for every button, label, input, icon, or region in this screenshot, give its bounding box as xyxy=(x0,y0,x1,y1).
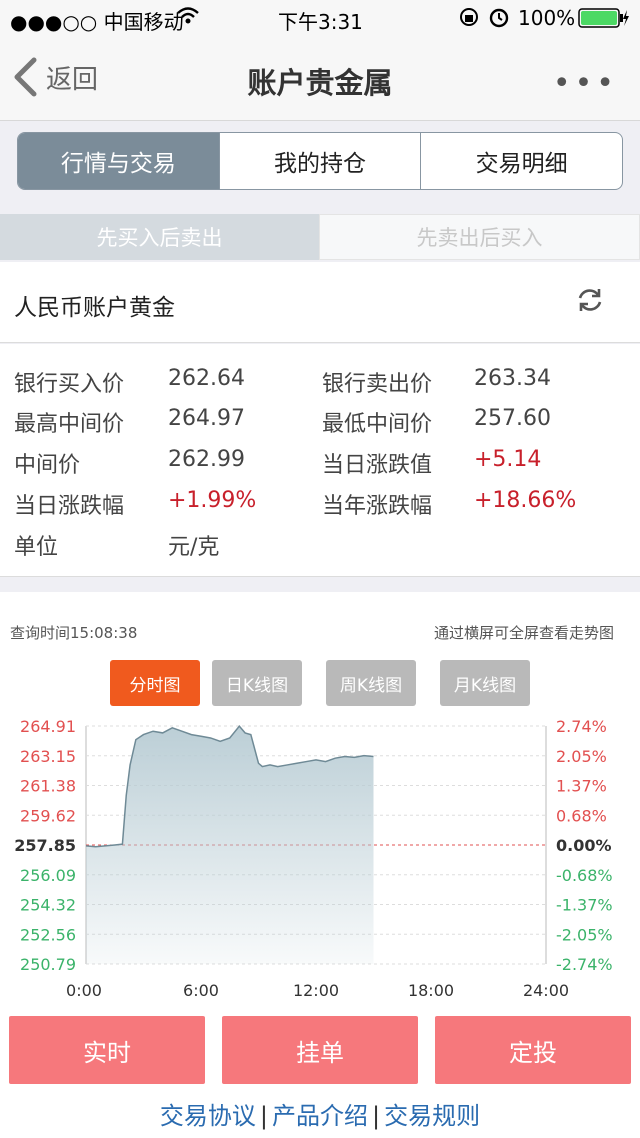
tab-buy-first[interactable]: 先买入后卖出 xyxy=(0,214,319,260)
trade-agreement-link[interactable]: 交易协议 xyxy=(160,1102,256,1130)
price-label: 最低中间价 xyxy=(322,412,433,437)
y-tick-label: 257.85 xyxy=(14,836,76,855)
price-label: 当日涨跌幅 xyxy=(14,494,125,519)
y-tick-label: 252.56 xyxy=(20,925,76,944)
trade-rules-link[interactable]: 交易规则 xyxy=(384,1102,480,1130)
y-tick-label: 264.91 xyxy=(20,717,76,736)
limit-order-button[interactable]: 挂单 xyxy=(222,1016,418,1084)
battery-percent: 100% xyxy=(518,6,576,30)
x-tick-label: 18:00 xyxy=(408,981,454,1000)
more-icon[interactable]: ••• xyxy=(553,66,618,101)
battery-icon xyxy=(578,8,630,33)
price-label: 当日涨跌值 xyxy=(322,453,433,478)
price-value: 元/克 xyxy=(168,535,220,560)
weekly-k-button[interactable]: 周K线图 xyxy=(326,660,416,706)
pct-tick-label: -2.74% xyxy=(556,955,613,974)
pct-tick-label: 2.74% xyxy=(556,717,607,736)
price-value: 262.64 xyxy=(168,366,245,391)
rotation-lock-icon xyxy=(458,6,480,33)
product-name: 人民币账户黄金 xyxy=(14,295,175,321)
price-label: 中间价 xyxy=(14,453,81,478)
sub-tabs: 先买入后卖出 先卖出后买入 xyxy=(0,214,640,260)
nav-bar: 返回 账户贵金属 ••• xyxy=(0,36,640,121)
tab-trade-details[interactable]: 交易明细 xyxy=(420,133,622,189)
tab-sell-first[interactable]: 先卖出后买入 xyxy=(319,214,640,260)
x-tick-label: 24:00 xyxy=(523,981,569,1000)
x-tick-label: 12:00 xyxy=(293,981,339,1000)
chart-panel: 查询时间15:08:38 通过横屏可全屏查看走势图 分时图 日K线图 周K线图 … xyxy=(0,592,640,1004)
pct-tick-label: -1.37% xyxy=(556,896,613,915)
pct-tick-label: 0.68% xyxy=(556,806,607,825)
price-value: 257.60 xyxy=(474,406,551,431)
price-area xyxy=(86,726,374,964)
price-value: +18.66% xyxy=(474,488,577,513)
footer-links: 交易协议 | 产品介绍 | 交易规则 xyxy=(0,1096,640,1131)
link-separator: | xyxy=(372,1102,381,1130)
tab-market-trade[interactable]: 行情与交易 xyxy=(18,133,219,189)
tab-my-positions[interactable]: 我的持仓 xyxy=(218,133,421,189)
price-label: 银行卖出价 xyxy=(322,372,433,397)
price-value: 262.99 xyxy=(168,447,245,472)
refresh-icon[interactable] xyxy=(576,286,604,318)
pct-tick-label: -2.05% xyxy=(556,925,613,944)
pct-tick-label: 2.05% xyxy=(556,747,607,766)
product-row: 人民币账户黄金 xyxy=(0,262,640,343)
product-intro-link[interactable]: 产品介绍 xyxy=(272,1102,368,1130)
y-tick-label: 256.09 xyxy=(20,866,76,885)
y-tick-label: 254.32 xyxy=(20,896,76,915)
intraday-chart-button[interactable]: 分时图 xyxy=(110,660,200,706)
price-table: 银行买入价 262.64 银行卖出价 263.34 最高中间价 264.97 最… xyxy=(0,344,640,577)
price-value: +1.99% xyxy=(168,488,257,513)
price-value: 264.97 xyxy=(168,406,245,431)
y-tick-label: 263.15 xyxy=(20,747,76,766)
realtime-button[interactable]: 实时 xyxy=(9,1016,205,1084)
page-title: 账户贵金属 xyxy=(247,66,393,100)
carrier-label: ●●●○○ 中国移动 xyxy=(10,10,184,34)
price-label: 当年涨跌幅 xyxy=(322,494,433,519)
y-tick-label: 261.38 xyxy=(20,777,76,796)
x-tick-label: 6:00 xyxy=(183,981,219,1000)
y-tick-label: 259.62 xyxy=(20,806,76,825)
x-tick-label: 0:00 xyxy=(66,981,102,1000)
price-label: 最高中间价 xyxy=(14,412,125,437)
clock-label: 下午3:31 xyxy=(278,10,363,34)
price-value: +5.14 xyxy=(474,447,542,472)
fullscreen-hint: 通过横屏可全屏查看走势图 xyxy=(433,624,614,642)
wifi-icon xyxy=(176,6,200,31)
pct-tick-label: 0.00% xyxy=(556,836,612,855)
intraday-chart: 264.91 2.74% 263.15 2.05% 261.38 1.37% 259.62 0… xyxy=(14,717,613,1000)
segment-tabs: 行情与交易 我的持仓 交易明细 xyxy=(17,132,623,190)
price-value: 263.34 xyxy=(474,366,551,391)
y-tick-label: 250.79 xyxy=(20,955,76,974)
query-time: 查询时间15:08:38 xyxy=(10,624,138,642)
auto-invest-button[interactable]: 定投 xyxy=(435,1016,631,1084)
action-bar: 实时 挂单 定投 交易协议 | 产品介绍 | 交易规则 xyxy=(0,1004,640,1138)
monthly-k-button[interactable]: 月K线图 xyxy=(440,660,530,706)
alarm-icon xyxy=(488,6,510,33)
pct-tick-label: 1.37% xyxy=(556,777,607,796)
price-label: 银行买入价 xyxy=(14,372,125,397)
price-label: 单位 xyxy=(14,535,59,560)
pct-tick-label: -0.68% xyxy=(556,866,613,885)
status-bar: ●●●○○ 中国移动 下午3:31 100% xyxy=(0,0,640,36)
link-separator: | xyxy=(259,1102,268,1130)
daily-k-button[interactable]: 日K线图 xyxy=(212,660,302,706)
